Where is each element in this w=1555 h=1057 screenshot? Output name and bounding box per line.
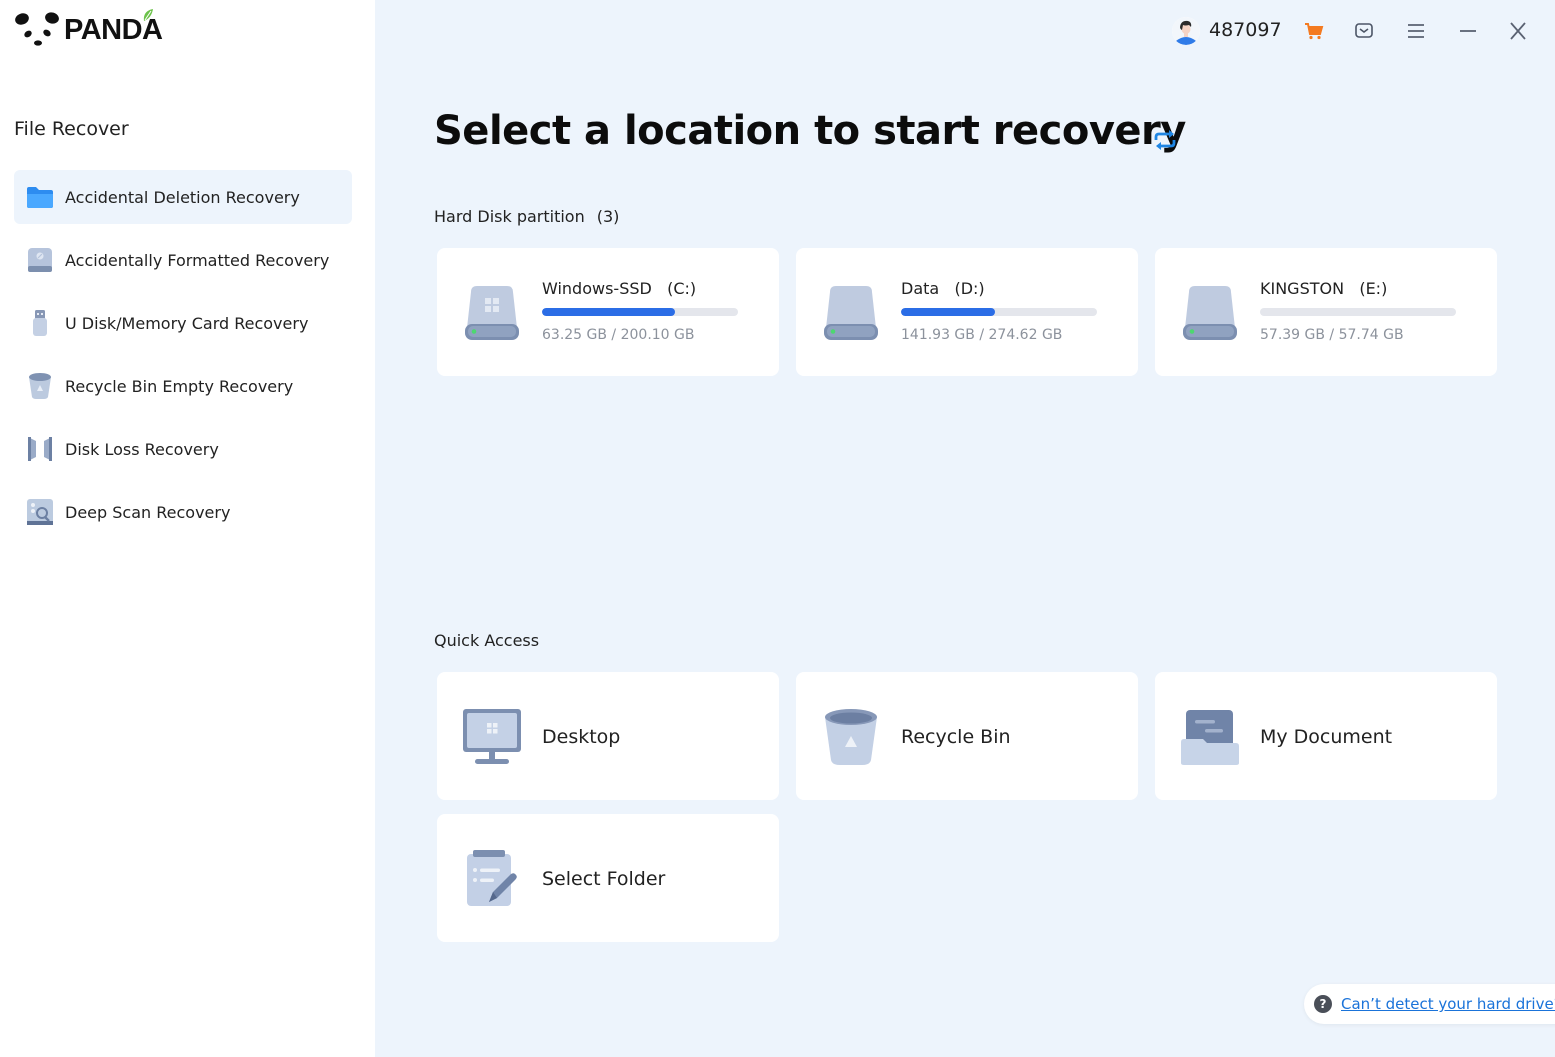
quick-access-label: Desktop	[542, 726, 621, 748]
sidebar-item-usb[interactable]: U Disk/Memory Card Recovery	[14, 296, 352, 350]
desktop-icon	[463, 708, 521, 766]
drive-size: 57.39 GB / 57.74 GB	[1260, 327, 1404, 343]
quick-access-select-folder[interactable]: Select Folder	[437, 814, 779, 942]
formatted-drive-icon	[26, 246, 54, 274]
drive-icon	[1181, 284, 1239, 342]
sidebar: PANDA File Recover Accidental Deletion R…	[0, 0, 375, 1057]
sidebar-item-accidental-deletion[interactable]: Accidental Deletion Recovery	[14, 170, 352, 224]
usb-drive-icon	[26, 309, 54, 337]
quick-access-my-document[interactable]: My Document	[1155, 672, 1497, 800]
drive-name: Windows-SSD (C:)	[542, 279, 697, 298]
refresh-icon[interactable]	[1151, 126, 1179, 154]
drive-usage-bar	[901, 308, 1097, 316]
quick-access-label: Recycle Bin	[901, 726, 1011, 748]
recycle-bin-icon	[26, 372, 54, 400]
drive-size: 141.93 GB / 274.62 GB	[901, 327, 1063, 343]
panda-face-icon	[15, 12, 59, 46]
hard-disk-label: Hard Disk partition	[434, 207, 585, 226]
help-banner: ? Can’t detect your hard drive?	[1304, 984, 1555, 1024]
cart-icon[interactable]	[1302, 19, 1326, 43]
sidebar-item-label: Deep Scan Recovery	[65, 502, 231, 522]
sidebar-item-formatted[interactable]: Accidentally Formatted Recovery	[14, 233, 352, 287]
user-avatar[interactable]	[1172, 17, 1200, 45]
sidebar-item-label: Accidentally Formatted Recovery	[65, 250, 330, 270]
windows-drive-icon	[463, 284, 521, 342]
drive-size: 63.25 GB / 200.10 GB	[542, 327, 695, 343]
sidebar-item-deep-scan[interactable]: Deep Scan Recovery	[14, 485, 352, 539]
menu-icon[interactable]	[1404, 19, 1428, 43]
user-id: 487097	[1209, 19, 1282, 41]
quick-access-title: Quick Access	[434, 631, 540, 650]
drive-card-e[interactable]: KINGSTON (E:) 57.39 GB / 57.74 GB	[1155, 248, 1497, 376]
deep-scan-icon	[26, 498, 54, 526]
disk-loss-icon	[26, 435, 54, 463]
message-icon[interactable]	[1352, 19, 1376, 43]
sidebar-item-label: Accidental Deletion Recovery	[65, 187, 300, 207]
sidebar-item-label: U Disk/Memory Card Recovery	[65, 313, 309, 333]
hard-disk-section-title: Hard Disk partition (3)	[434, 207, 619, 226]
drive-usage-fill	[901, 308, 996, 316]
document-folder-icon	[1181, 708, 1239, 766]
hard-disk-count: (3)	[596, 207, 620, 226]
quick-access-desktop[interactable]: Desktop	[437, 672, 779, 800]
sidebar-item-recycle-bin[interactable]: Recycle Bin Empty Recovery	[14, 359, 352, 413]
drive-name: KINGSTON (E:)	[1260, 279, 1388, 298]
close-icon[interactable]	[1506, 19, 1530, 43]
recycle-bin-icon	[822, 708, 880, 766]
sidebar-item-label: Disk Loss Recovery	[65, 439, 219, 459]
select-folder-icon	[463, 850, 521, 908]
minimize-icon[interactable]	[1456, 19, 1480, 43]
sidebar-nav: Accidental Deletion Recovery Accidentall…	[14, 170, 352, 548]
cant-detect-drive-link[interactable]: Can’t detect your hard drive?	[1341, 995, 1555, 1013]
drive-usage-fill	[542, 308, 676, 316]
drive-usage-bar	[542, 308, 738, 316]
quick-access-label: Select Folder	[542, 868, 666, 890]
drive-usage-bar	[1260, 308, 1456, 316]
drive-card-d[interactable]: Data (D:) 141.93 GB / 274.62 GB	[796, 248, 1138, 376]
quick-access-recycle-bin[interactable]: Recycle Bin	[796, 672, 1138, 800]
drive-card-c[interactable]: Windows-SSD (C:) 63.25 GB / 200.10 GB	[437, 248, 779, 376]
folder-icon	[26, 183, 54, 211]
leaf-icon	[144, 8, 154, 21]
drive-name: Data (D:)	[901, 279, 985, 298]
section-title: File Recover	[14, 118, 129, 140]
page-title: Select a location to start recovery	[434, 108, 1186, 154]
sidebar-item-disk-loss[interactable]: Disk Loss Recovery	[14, 422, 352, 476]
app-logo: PANDA	[14, 8, 163, 50]
drive-icon	[822, 284, 880, 342]
logo-text: PANDA	[64, 8, 163, 47]
question-icon: ?	[1314, 995, 1332, 1013]
quick-access-label: My Document	[1260, 726, 1393, 748]
sidebar-item-label: Recycle Bin Empty Recovery	[65, 376, 294, 396]
